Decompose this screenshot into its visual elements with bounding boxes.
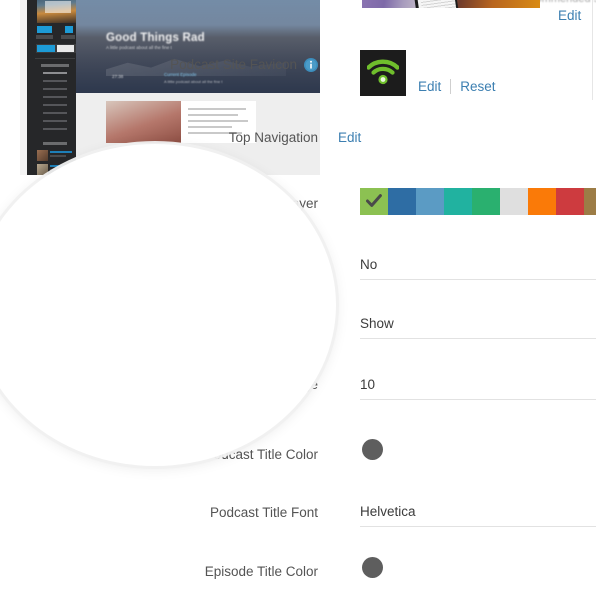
swatch-red[interactable] [556,188,584,215]
magnifier-content: Recommended size : 1920 x 700 Header Ima… [0,144,336,466]
favicon-edit-link[interactable]: Edit [418,79,441,94]
subscribe-module-select[interactable]: Show [360,315,596,339]
autoplay-value: No [360,257,378,272]
header-image-edit-link[interactable]: Edit [558,8,581,23]
header-image-thumbnail[interactable] [362,0,540,8]
subscribe-module-value: Show [360,316,394,331]
panel-divider [592,0,593,100]
wifi-favicon[interactable] [360,50,406,96]
swatch-teal[interactable] [444,188,472,215]
row-episode-title-color: Episode Title Color [0,563,596,580]
swatch-bronze[interactable] [584,188,596,215]
episodes-per-page-input[interactable]: 10 [360,376,596,400]
label-podcast-title-font: Podcast Title Font [209,505,318,520]
favicon-reset-link[interactable]: Reset [460,79,495,94]
swatch-green[interactable] [360,188,388,215]
lens-row-podcast-player: Podcast Player [0,144,336,167]
label-episode-title-color: Episode Title Color [204,564,318,579]
wifi-icon [366,59,400,85]
action-separator [450,79,452,94]
swatch-blue[interactable] [388,188,416,215]
screenshot-root: Good Things Rad A little podcast about a… [0,0,596,590]
swatch-light-blue[interactable] [416,188,444,215]
row-favicon: Podcast Site Favicon [0,56,596,73]
lens-label-podcast-player: Podcast Player [256,144,336,166]
episode-title-color-dot[interactable] [362,557,383,578]
header-image-phone-graphic [410,0,460,8]
field-underline [360,526,596,527]
favicon-actions: Edit Reset [418,79,496,94]
header-image-actions: Edit [558,8,581,23]
episodes-per-page-value: 10 [360,377,376,392]
podcast-title-color-dot[interactable] [362,439,383,460]
top-navigation-edit-link[interactable]: Edit [338,130,361,145]
magnifier-lens: Recommended size : 1920 x 700 Header Ima… [0,144,336,466]
swatch-emerald[interactable] [472,188,500,215]
podcast-player-color-picker[interactable] [360,188,596,215]
field-underline [360,279,596,280]
field-underline [360,338,596,339]
info-icon[interactable] [304,57,318,72]
label-favicon: Podcast Site Favicon [170,57,297,72]
check-icon [366,194,382,207]
autoplay-select[interactable]: No [360,256,596,280]
field-underline [360,399,596,400]
swatch-orange[interactable] [528,188,556,215]
podcast-title-font-select[interactable]: Helvetica [360,503,596,527]
podcast-title-font-value: Helvetica [360,504,416,519]
swatch-light-gray[interactable] [500,188,528,215]
